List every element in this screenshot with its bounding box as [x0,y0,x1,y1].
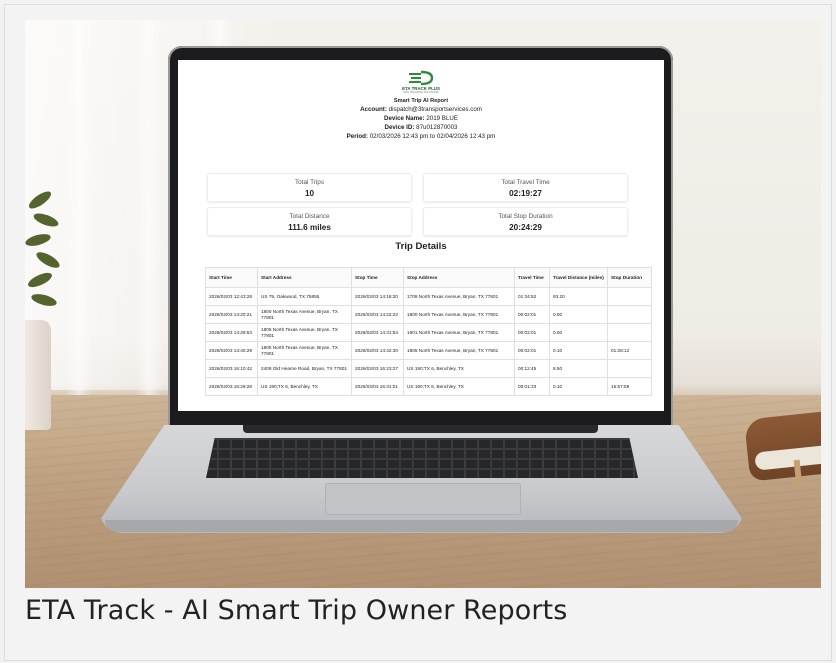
total-trips-label: Total Trips [294,179,325,186]
col-header: Travel Distance (miles) [549,267,608,288]
total-stop-duration-card: Total Stop Duration 20:24:29 [423,207,628,236]
total-trips-card: Total Trips 10 [207,173,412,202]
table-cell: US 190;TX 6, Benchley, TX [257,377,352,396]
table-cell: 0.00 [549,305,608,324]
account-line: Account: dispatch@3transportservices.com [178,106,664,113]
period-label: Period: [346,133,368,140]
total-travel-time-value: 02:19:27 [509,189,542,198]
keyboard-keys [206,438,638,478]
trip-details-title: Trip Details [395,241,447,252]
image-caption[interactable]: ETA Track - AI Smart Trip Owner Reports [25,595,567,626]
col-header: Start Address [257,267,352,288]
table-cell: 2026/02/03 14:42:30 [351,341,404,360]
total-stop-duration-value: 20:24:29 [509,223,542,232]
table-cell: US 190;TX 6, Benchley, TX [403,377,515,396]
table-cell: 2026/02/03 16:10:42 [205,359,258,378]
total-stop-duration-label: Total Stop Duration [498,213,553,220]
table-cell: 01:34:52 [514,287,550,306]
plant-vase [25,320,51,430]
table-cell: 2026/02/03 16:23:27 [351,359,404,378]
trip-details-table: Start Time Start Address Stop Time Stop … [205,267,652,396]
table-cell: 2026/02/03 14:20:21 [205,305,258,324]
col-header: Stop Time [351,267,404,288]
table-cell [607,287,652,306]
total-travel-time-card: Total Travel Time 02:19:27 [423,173,628,202]
eta-track-logo-icon [409,70,434,86]
table-cell: 0.10 [549,341,608,360]
device-name-label: Device Name: [384,115,425,122]
curtain-fold [135,20,163,400]
table-row: 2026/02/03 14:40:29 1805 North Texas Ave… [205,341,652,360]
laptop-keyboard [206,438,638,478]
total-distance-value: 111.6 miles [288,223,331,232]
table-cell: 1800 North Texas Avenue, Bryan, TX 77801 [403,305,515,324]
table-cell: 00:12:45 [514,359,550,378]
table-row: 2026/02/03 14:29:53 1805 North Texas Ave… [205,323,652,342]
col-header: Travel Time [514,267,550,288]
laptop-base-edge [105,520,738,532]
table-cell: 2026/02/03 16:29:28 [205,377,258,396]
table-cell: 2026/02/03 14:22:22 [351,305,404,324]
table-cell: 1800 North Texas Avenue, Bryan, TX 77801 [257,305,352,324]
table-row: 2026/02/03 14:20:21 1800 North Texas Ave… [205,305,652,324]
table-cell: US 79, Oakwood, TX 75855 [257,287,352,306]
table-cell: 1805 North Texas Avenue, Bryan, TX 77801 [257,323,352,342]
device-name-value: 2019 BLUE [426,115,458,122]
logo-subtext: GPS TRACKING SOLUTIONS [403,91,439,94]
table-cell: 0.10 [549,377,608,396]
trip-report: ETA TRACK PLUS GPS TRACKING SOLUTIONS Sm… [178,60,664,411]
table-cell: 00:02:01 [514,341,550,360]
table-cell: 2026/02/03 14:40:29 [205,341,258,360]
table-cell: 01:28:12 [607,341,652,360]
table-cell [607,359,652,378]
laptop-hinge [243,425,598,433]
laptop-photo[interactable]: ETA TRACK PLUS GPS TRACKING SOLUTIONS Sm… [25,20,821,588]
table-row: 2026/02/03 16:10:42 2409 Old Hearne Road… [205,359,652,378]
table-cell: 2026/02/03 14:18:20 [351,287,404,306]
table-cell: 00:02:01 [514,323,550,342]
table-cell: 2026/02/03 12:43:28 [205,287,258,306]
table-row: 2026/02/03 16:29:28 US 190;TX 6, Benchle… [205,377,652,396]
total-trips-value: 10 [304,189,315,198]
device-name-line: Device Name: 2019 BLUE [178,115,664,122]
table-cell: 2026/02/03 14:29:53 [205,323,258,342]
table-cell: 1805 North Texas Avenue, Bryan, TX 77801 [257,341,352,360]
table-cell: 1709 North Texas Avenue, Bryan, TX 77801 [403,287,515,306]
table-cell: 00:02:01 [514,305,550,324]
account-value: dispatch@3transportservices.com [388,106,482,113]
col-header: Start Time [205,267,258,288]
table-cell: US 190;TX 6, Benchley, TX [403,359,515,378]
laptop-screen: ETA TRACK PLUS GPS TRACKING SOLUTIONS Sm… [178,60,664,411]
table-cell [607,323,652,342]
table-cell: 1901 North Texas Avenue, Bryan, TX 77801 [403,323,515,342]
table-header-row: Start Time Start Address Stop Time Stop … [205,267,652,288]
table-cell: 1805 North Texas Avenue, Bryan, TX 77801 [403,341,515,360]
col-header: Stop Duration [607,267,652,288]
device-id-value: 87u012870003 [416,124,458,131]
total-distance-label: Total Distance [289,213,330,220]
period-line: Period: 02/03/2026 12:43 pm to 02/04/202… [178,133,664,140]
account-label: Account: [360,106,387,113]
content-card: ETA TRACK PLUS GPS TRACKING SOLUTIONS Sm… [4,4,832,661]
table-cell: 16:57:59 [607,377,652,396]
table-cell: 2409 Old Hearne Road, Bryan, TX 77801 [257,359,352,378]
table-cell: 00:01:33 [514,377,550,396]
curtain-fold [65,20,93,400]
table-cell: 93.20 [549,287,608,306]
period-value: 02/03/2026 12:43 pm to 02/04/2026 12:43 … [369,133,496,140]
device-id-label: Device ID: [384,124,415,131]
total-travel-time-label: Total Travel Time [501,179,550,186]
table-cell: 8.50 [549,359,608,378]
col-header: Stop Address [403,267,515,288]
laptop-trackpad [325,483,521,515]
table-cell: 2026/02/03 16:31:01 [351,377,404,396]
table-row: 2026/02/03 12:43:28 US 79, Oakwood, TX 7… [205,287,652,306]
table-cell [607,305,652,324]
report-title: Smart Trip AI Report [393,98,449,104]
total-distance-card: Total Distance 111.6 miles [207,207,412,236]
table-cell: 2026/02/03 14:31:54 [351,323,404,342]
table-cell: 0.00 [549,323,608,342]
device-id-line: Device ID: 87u012870003 [178,124,664,131]
